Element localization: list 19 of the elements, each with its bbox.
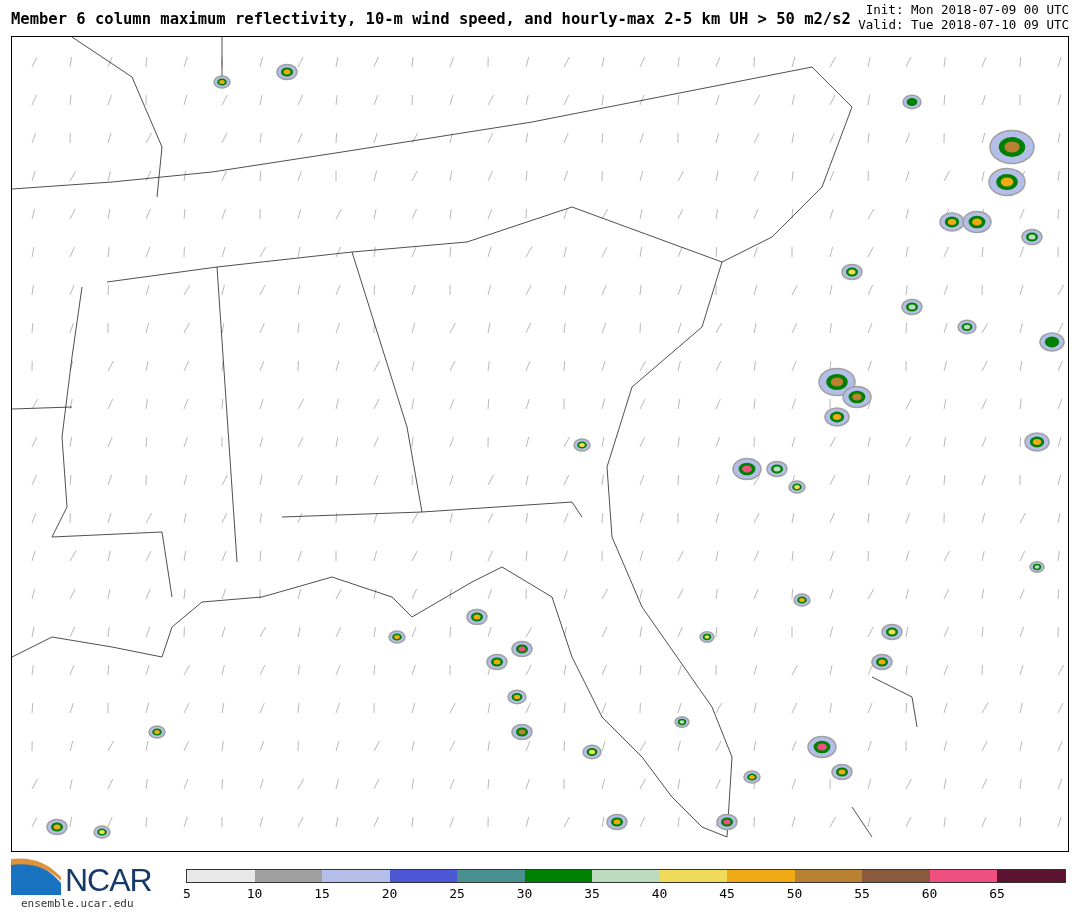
colorbar-label: 40 <box>651 886 668 901</box>
colorbar-label: 35 <box>584 886 600 901</box>
colorbar-label: 15 <box>314 886 330 901</box>
colorbar-label: 50 <box>786 886 803 901</box>
init-time: Init: Mon 2018-07-09 00 UTC <box>865 2 1069 17</box>
colorbar-label: 65 <box>989 886 1005 901</box>
website-url: ensemble.ucar.edu <box>21 897 134 910</box>
colorbar-label: 55 <box>854 886 870 901</box>
valid-time: Valid: Tue 2018-07-10 09 UTC <box>858 17 1069 32</box>
colorbar-label: 30 <box>516 886 533 901</box>
logo-text: NCAR <box>65 862 152 899</box>
colorbar-label: 60 <box>921 886 938 901</box>
colorbar-label: 25 <box>449 886 465 901</box>
logo-swoosh-icon <box>11 857 61 895</box>
colorbar-label: 5 <box>183 886 191 901</box>
plot-title: Member 6 column maximum reflectivity, 10-m wind speed, and hourly-max 2-5 km UH > 50 m2/s2 <box>11 10 851 28</box>
colorbar-label: 45 <box>719 886 735 901</box>
colorbar-label: 10 <box>246 886 263 901</box>
colorbar-label: 20 <box>381 886 398 901</box>
